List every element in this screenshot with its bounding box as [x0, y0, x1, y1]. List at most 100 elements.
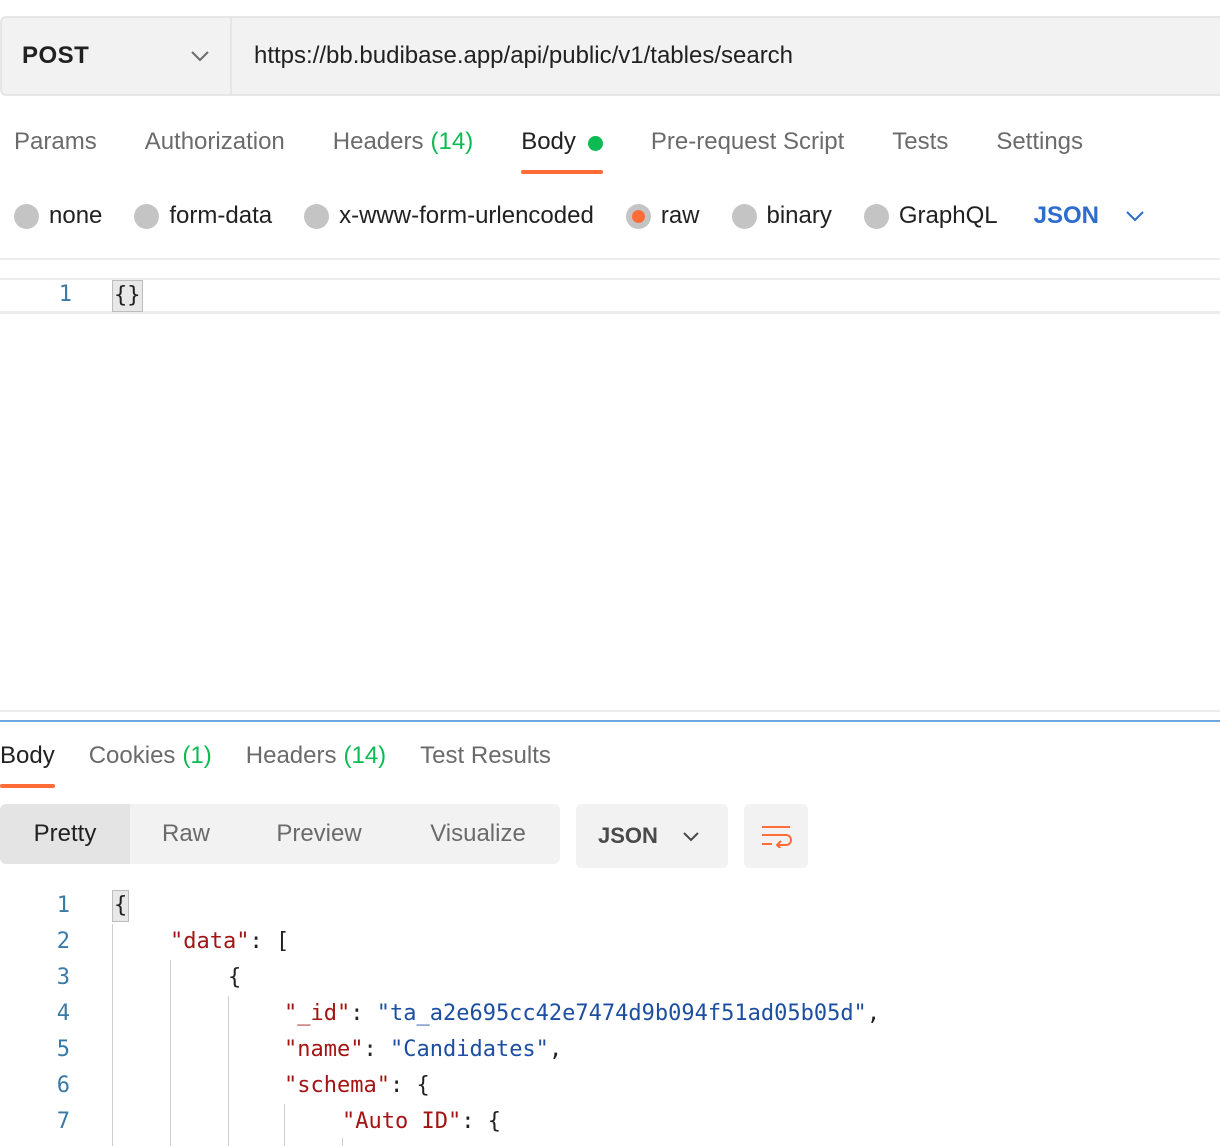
tab-headers[interactable]: Headers (14) [333, 118, 473, 174]
line-number: 2 [56, 929, 70, 954]
json-key: "_id" [284, 1001, 351, 1026]
radio-label: raw [660, 202, 700, 229]
body-format-label: JSON [1033, 202, 1099, 229]
view-preview-button[interactable]: Preview [242, 804, 396, 864]
line-number: 4 [56, 1001, 70, 1026]
code-text: "_id": "ta_a2e695cc42e7474d9b094f51ad05b… [284, 996, 880, 1032]
tab-params[interactable]: Params [14, 118, 97, 174]
radio-form-data[interactable]: form-data [134, 202, 272, 230]
tab-pre-request-script[interactable]: Pre-request Script [651, 118, 844, 174]
code-line: 1 { [0, 888, 1220, 924]
radio-label: GraphQL [898, 202, 998, 229]
response-body-viewer[interactable]: 1 { 2 "data": [ 3 { 4 "_id": "ta_a2e695c… [0, 888, 1220, 1146]
code-line: 2 "data": [ [0, 924, 1220, 960]
tab-tests[interactable]: Tests [892, 118, 948, 174]
wrap-lines-button[interactable] [744, 804, 808, 868]
code-text: "data": [ [170, 924, 289, 960]
json-punct: : { [389, 1073, 430, 1098]
url-bar: POST https://bb.budibase.app/api/public/… [0, 16, 1220, 96]
request-tabs: Params Authorization Headers (14) Body P… [14, 118, 1131, 178]
response-tab-test-results[interactable]: Test Results [420, 732, 551, 788]
view-raw-button[interactable]: Raw [130, 804, 242, 864]
brace-highlight: {} [112, 280, 143, 312]
tab-label: Headers [332, 128, 424, 155]
tab-settings[interactable]: Settings [996, 118, 1083, 174]
chevron-down-icon [1126, 211, 1144, 222]
method-label: POST [22, 42, 90, 69]
line-number: 7 [56, 1109, 70, 1134]
pane-divider[interactable] [0, 710, 1220, 722]
radio-label: none [49, 202, 103, 229]
body-format-select[interactable]: JSON [1034, 202, 1145, 230]
radio-label: binary [766, 202, 832, 229]
tab-label: Tests [892, 128, 949, 155]
response-view-group: Pretty Raw Preview Visualize [0, 804, 560, 864]
radio-circle-icon [304, 203, 330, 229]
editor-code: {} [112, 280, 143, 312]
json-key: "Auto ID" [342, 1109, 462, 1134]
json-key: "schema" [284, 1073, 390, 1098]
view-visualize-button[interactable]: Visualize [396, 804, 560, 864]
tab-label: Test Results [420, 742, 551, 769]
json-punct: , [866, 1001, 881, 1026]
code-text: { [228, 965, 242, 990]
tab-label: Authorization [144, 128, 285, 155]
response-format-select[interactable]: JSON [576, 804, 728, 868]
response-tab-headers[interactable]: Headers (14) [246, 732, 386, 788]
cookies-count: (1) [182, 742, 212, 769]
radio-x-www-form-urlencoded[interactable]: x-www-form-urlencoded [304, 202, 594, 230]
radio-none[interactable]: none [14, 202, 102, 230]
response-tabs: Body Cookies (1) Headers (14) Test Resul… [0, 732, 585, 788]
wrap-lines-icon [762, 826, 792, 848]
response-tab-cookies[interactable]: Cookies (1) [89, 732, 212, 788]
line-number: 6 [56, 1073, 70, 1098]
line-number: 1 [56, 893, 70, 918]
headers-count: (14) [430, 128, 474, 155]
tab-body[interactable]: Body [521, 118, 603, 174]
radio-circle-icon [134, 203, 160, 229]
code-text: { [112, 888, 130, 924]
tab-label: Cookies [88, 742, 176, 769]
code-line: 4 "_id": "ta_a2e695cc42e7474d9b094f51ad0… [0, 996, 1220, 1032]
radio-raw[interactable]: raw [625, 202, 700, 230]
radio-graphql[interactable]: GraphQL [863, 202, 998, 230]
code-line: 7 "Auto ID": { [0, 1104, 1220, 1140]
url-input[interactable]: https://bb.budibase.app/api/public/v1/ta… [232, 18, 1220, 94]
json-key: "name" [284, 1037, 364, 1062]
code-text: "Auto ID": { [342, 1104, 501, 1140]
chevron-down-icon [191, 51, 209, 62]
code-text: "name": "Candidates", [284, 1032, 562, 1068]
json-punct: : [ [249, 929, 290, 954]
tab-label: Headers [245, 742, 337, 769]
tab-label: Body [521, 128, 576, 155]
json-punct: , [548, 1037, 563, 1062]
json-punct: : [350, 1001, 377, 1026]
json-string: "ta_a2e695cc42e7474d9b094f51ad05b05d" [376, 1001, 867, 1026]
code-line: 6 "schema": { [0, 1068, 1220, 1104]
radio-label: form-data [169, 202, 273, 229]
editor-line: 1 {} [0, 278, 1220, 314]
response-tab-body[interactable]: Body [0, 732, 55, 788]
code-text: "schema": { [284, 1068, 430, 1104]
radio-circle-icon [731, 203, 757, 229]
headers-count: (14) [343, 742, 387, 769]
chevron-down-icon [683, 831, 699, 841]
json-punct: : [363, 1037, 390, 1062]
method-select[interactable]: POST [2, 18, 232, 94]
json-punct: : { [461, 1109, 501, 1134]
radio-binary[interactable]: binary [731, 202, 832, 230]
view-pretty-button[interactable]: Pretty [0, 804, 130, 864]
brace-highlight: { [112, 890, 130, 922]
body-active-dot-icon [587, 136, 603, 151]
code-line: 3 { [0, 960, 1220, 996]
request-body-editor[interactable]: 1 {} [0, 258, 1220, 712]
tab-label: Params [14, 128, 97, 155]
json-key: "data" [170, 929, 250, 954]
radio-circle-icon [14, 203, 39, 229]
tab-authorization[interactable]: Authorization [145, 118, 285, 174]
line-number: 3 [56, 965, 70, 990]
radio-selected-icon [625, 203, 651, 229]
code-line: 5 "name": "Candidates", [0, 1032, 1220, 1068]
tab-label: Settings [996, 128, 1084, 155]
radio-label: x-www-form-urlencoded [339, 202, 594, 229]
